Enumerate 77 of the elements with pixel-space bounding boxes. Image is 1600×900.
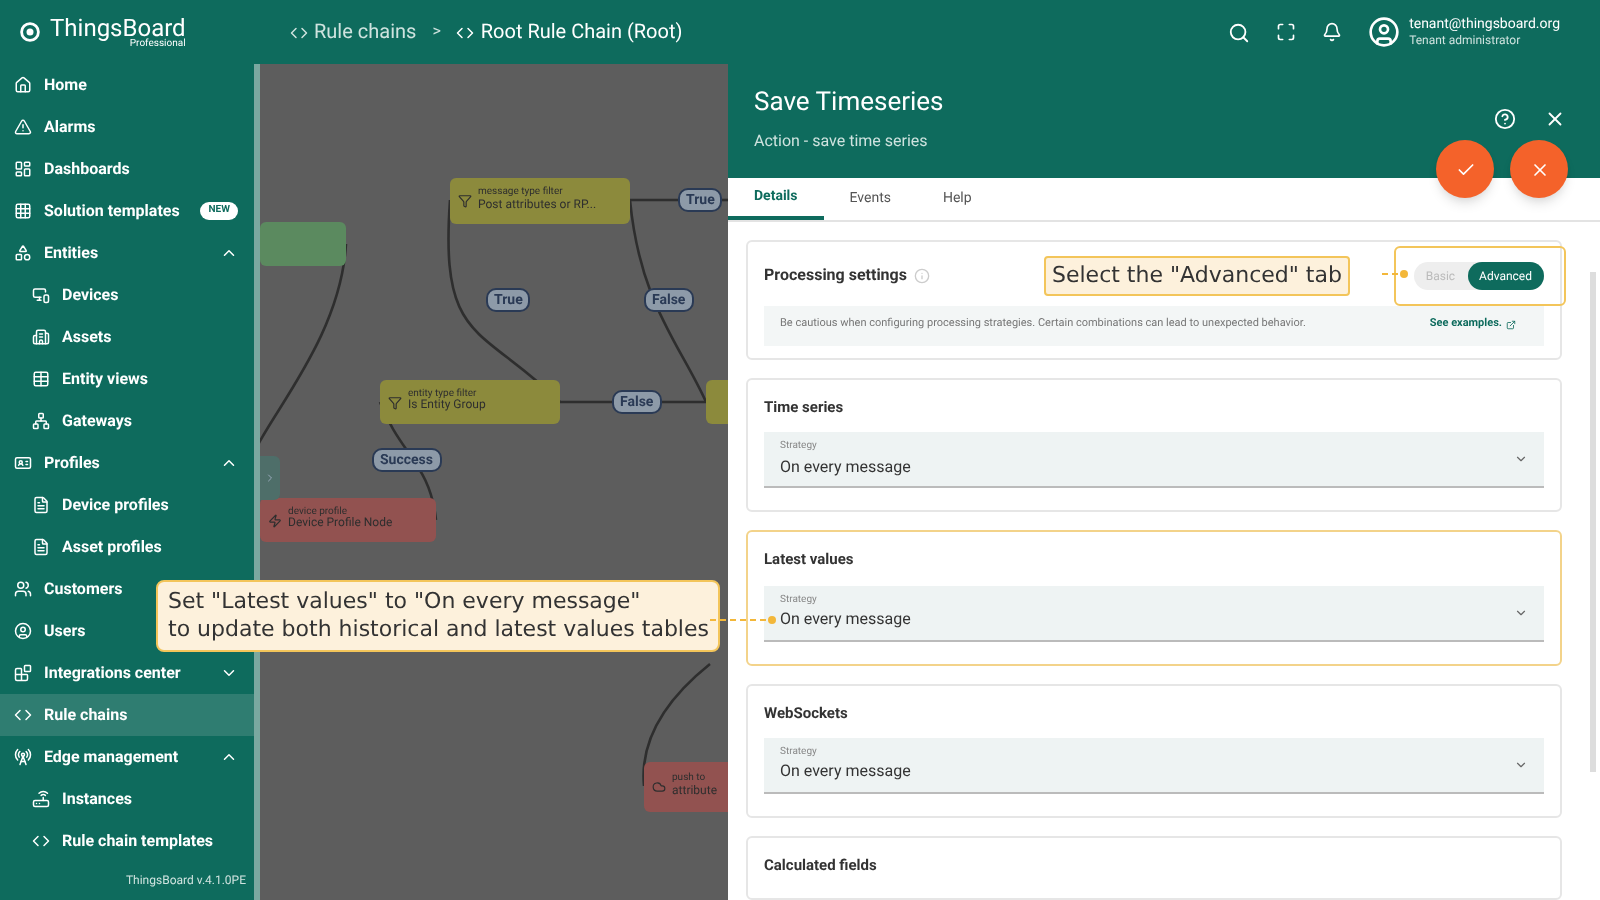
user-icon — [14, 622, 32, 640]
dropdown-caret-icon — [1514, 605, 1528, 619]
code-icon — [32, 832, 50, 850]
leader-line — [1382, 268, 1410, 280]
notifications-icon[interactable] — [1321, 22, 1342, 42]
sidebar-item[interactable]: Rule chain templates — [0, 820, 254, 862]
devices-icon — [32, 286, 50, 304]
info-icon — [914, 268, 931, 285]
sidebar-item[interactable]: Integrations center — [0, 652, 254, 694]
home-icon — [14, 76, 32, 94]
breadcrumb-separator: > — [432, 20, 441, 44]
bolt-icon — [268, 513, 282, 527]
panel-subtitle: Action - save time series — [754, 129, 930, 153]
field-value: On every message — [780, 760, 911, 785]
sidebar-item[interactable]: Asset profiles — [0, 526, 254, 568]
card-title: Processing settings — [764, 264, 907, 289]
sidebar-item[interactable]: Entities — [0, 232, 254, 274]
shapes-icon — [14, 244, 32, 262]
sidebar-item[interactable]: Gateways — [0, 400, 254, 442]
warning-icon — [14, 118, 32, 136]
leader-line — [710, 614, 778, 626]
sidebar-item[interactable]: Device profiles — [0, 484, 254, 526]
network-icon — [32, 412, 50, 430]
document-icon — [32, 538, 50, 556]
sidebar-item[interactable]: Alarms — [0, 106, 254, 148]
breadcrumb-current[interactable]: Root Rule Chain (Root) — [456, 17, 683, 47]
fullscreen-icon[interactable] — [1275, 22, 1296, 42]
logo-icon — [16, 18, 44, 46]
antenna-icon — [14, 748, 32, 766]
code-icon — [14, 706, 32, 724]
code-icon — [290, 23, 308, 41]
table-icon — [32, 370, 50, 388]
logo-text: ThingsBoard — [50, 15, 186, 39]
panel-title: Save Timeseries — [754, 86, 944, 122]
sidebar-item[interactable]: Edge management — [0, 736, 254, 778]
check-icon — [1455, 159, 1475, 179]
external-link-icon — [1506, 319, 1516, 330]
sidebar-item[interactable]: Home — [0, 64, 254, 106]
filter-icon — [388, 395, 402, 409]
chevron-up-icon[interactable] — [220, 748, 238, 766]
discard-button[interactable] — [1510, 140, 1568, 198]
dropdown-caret-icon — [1514, 452, 1528, 467]
field-value: On every message — [780, 455, 911, 480]
close-icon — [1529, 159, 1549, 179]
hint-tooltip: Set "Latest values" to "On every message" to update both historical and latest values tables — [156, 580, 721, 652]
grid-icon — [14, 202, 32, 220]
router-icon — [32, 790, 50, 808]
chevron-right-icon — [264, 472, 276, 484]
expand-handle[interactable] — [260, 456, 280, 500]
sidebar-item[interactable]: Entity views — [0, 358, 254, 400]
apply-button[interactable] — [1436, 140, 1494, 198]
sidebar-item[interactable]: Devices — [0, 274, 254, 316]
chevron-up-icon[interactable] — [220, 244, 238, 262]
id-card-icon — [14, 454, 32, 472]
sidebar-item[interactable]: Dashboards — [0, 148, 254, 190]
building-icon — [32, 328, 50, 346]
callout-text: Select the "Advanced" tab — [1044, 256, 1350, 296]
help-icon[interactable] — [1494, 108, 1516, 130]
dashboard-icon — [14, 160, 32, 178]
blocks-icon — [14, 664, 32, 682]
sidebar-item[interactable]: Rule chains — [0, 694, 254, 736]
chevron-down-icon[interactable] — [220, 664, 238, 682]
filter-icon — [458, 194, 472, 208]
code-icon — [456, 23, 475, 41]
sidebar-item[interactable]: Profiles — [0, 442, 254, 484]
cloud-icon — [652, 780, 666, 794]
breadcrumb-link[interactable]: Rule chains — [290, 17, 417, 47]
field-value: On every message — [780, 608, 911, 632]
close-icon[interactable] — [1544, 108, 1566, 130]
people-icon — [14, 580, 32, 598]
chevron-up-icon[interactable] — [220, 454, 238, 472]
sidebar-item[interactable]: Instances — [0, 778, 254, 820]
document-icon — [32, 496, 50, 514]
sidebar-item[interactable]: Assets — [0, 316, 254, 358]
dropdown-caret-icon — [1514, 757, 1528, 772]
avatar-icon[interactable] — [1367, 16, 1400, 48]
search-icon[interactable] — [1227, 21, 1250, 43]
